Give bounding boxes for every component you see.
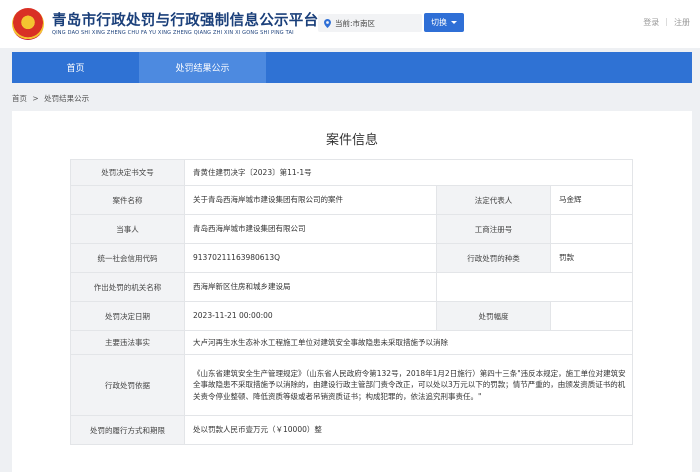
login-link[interactable]: 登录: [643, 17, 659, 28]
site-title: 青岛市行政处罚与行政强制信息公示平台: [52, 13, 319, 29]
table-row: 作出处罚的机关名称 西海岸新区住房和城乡建设局: [70, 272, 634, 302]
table-row: 主要违法事实 大卢河再生水生态补水工程施工单位对建筑安全事故隐患未采取措施予以消…: [70, 330, 634, 355]
page-title: 案件信息: [325, 133, 378, 148]
nav-item-penalty-results[interactable]: 处罚结果公示: [139, 52, 266, 83]
penalty-range-label: 处罚幅度: [436, 301, 551, 331]
legal-rep-value: 马金辉: [549, 185, 634, 215]
authority-value: 西海岸新区住房和城乡建设局: [184, 272, 437, 302]
switch-label: 切换: [431, 18, 447, 27]
nav-item-home[interactable]: 首页: [12, 52, 139, 83]
national-emblem-icon: [12, 8, 44, 40]
case-name-label: 案件名称: [70, 185, 185, 215]
caret-down-icon: [451, 21, 457, 24]
reg-no-value: [549, 214, 634, 244]
location-label: 当前:市南区: [335, 18, 376, 28]
facts-label: 主要违法事实: [70, 330, 185, 355]
credit-code-value: 91370211163980613Q: [184, 243, 437, 273]
reg-no-label: 工商注册号: [436, 214, 551, 244]
breadcrumb-separator: >: [32, 94, 39, 103]
register-link[interactable]: 注册: [674, 17, 690, 28]
performance-label: 处罚的履行方式和期限: [70, 415, 185, 445]
table-row: 处罚的履行方式和期限 处以罚款人民币壹万元（￥10000）整: [70, 415, 634, 445]
decision-no-value: 青黄住建罚决字〔2023〕第11-1号: [183, 159, 634, 186]
penalty-type-value: 罚款: [549, 243, 634, 273]
location-pin-icon: [324, 18, 331, 28]
table-row: 案件名称 关于青岛西海岸城市建设集团有限公司的案件 法定代表人 马金辉: [70, 185, 634, 215]
table-row: 当事人 青岛西海岸城市建设集团有限公司 工商注册号: [70, 214, 634, 244]
basis-value: 《山东省建筑安全生产管理规定》（山东省人民政府令第132号，2018年1月2日施…: [183, 354, 634, 416]
case-info-table: 处罚决定书文号 青黄住建罚决字〔2023〕第11-1号 案件名称 关于青岛西海岸…: [70, 159, 634, 445]
penalty-type-label: 行政处罚的种类: [436, 243, 551, 273]
table-row: 行政处罚依据 《山东省建筑安全生产管理规定》（山东省人民政府令第132号，201…: [70, 354, 634, 416]
link-separator: |: [665, 17, 668, 26]
case-name-value: 关于青岛西海岸城市建设集团有限公司的案件: [184, 185, 437, 215]
decision-date-value: 2023-11-21 00:00:00: [184, 301, 437, 331]
table-row: 处罚决定书文号 青黄住建罚决字〔2023〕第11-1号: [70, 159, 634, 186]
account-links: 登录 | 注册: [643, 17, 690, 28]
breadcrumb-home[interactable]: 首页: [12, 94, 27, 103]
table-row: 处罚决定日期 2023-11-21 00:00:00 处罚幅度: [70, 301, 634, 331]
site-header: 青岛市行政处罚与行政强制信息公示平台 QING DAO SHI XING ZHE…: [0, 0, 700, 48]
switch-region-button[interactable]: 切换: [424, 13, 464, 32]
site-subtitle: QING DAO SHI XING ZHENG CHU FA YU XING Z…: [52, 30, 294, 36]
breadcrumb-current: 处罚结果公示: [44, 94, 90, 103]
credit-code-label: 统一社会信用代码: [70, 243, 185, 273]
empty-cell: [435, 272, 634, 302]
facts-value: 大卢河再生水生态补水工程施工单位对建筑安全事故隐患未采取措施予以消除: [183, 330, 634, 355]
decision-no-label: 处罚决定书文号: [70, 159, 185, 186]
main-nav: 首页 处罚结果公示: [12, 52, 692, 83]
legal-rep-label: 法定代表人: [436, 185, 551, 215]
table-row: 统一社会信用代码 91370211163980613Q 行政处罚的种类 罚款: [70, 243, 634, 273]
performance-value: 处以罚款人民币壹万元（￥10000）整: [183, 415, 634, 445]
current-location: 当前:市南区: [318, 14, 422, 32]
decision-date-label: 处罚决定日期: [70, 301, 185, 331]
party-value: 青岛西海岸城市建设集团有限公司: [184, 214, 437, 244]
basis-label: 行政处罚依据: [70, 354, 185, 416]
breadcrumb: 首页 > 处罚结果公示: [12, 93, 92, 104]
penalty-range-value: [549, 301, 634, 331]
case-info-card: 案件信息 处罚决定书文号 青黄住建罚决字〔2023〕第11-1号 案件名称 关于…: [12, 111, 692, 472]
authority-label: 作出处罚的机关名称: [70, 272, 185, 302]
party-label: 当事人: [70, 214, 185, 244]
